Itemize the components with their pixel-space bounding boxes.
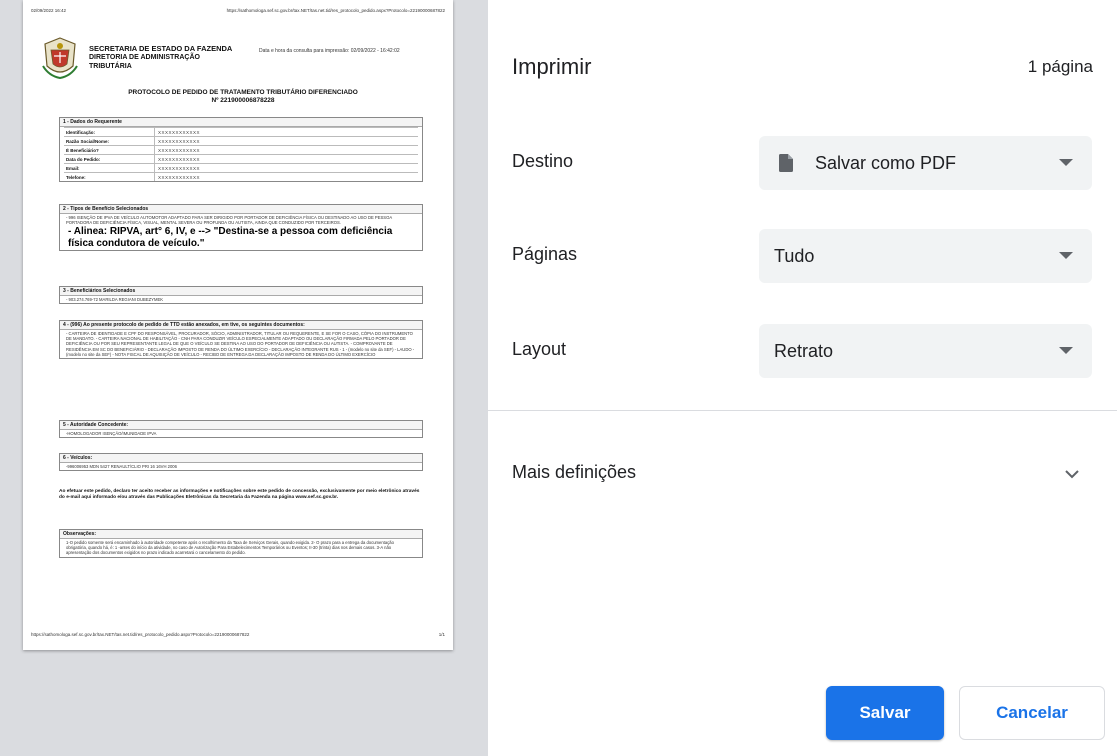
field-label: Telefone: (64, 173, 155, 181)
save-button[interactable]: Salvar (826, 686, 944, 740)
alinea-text: - Alinea: RIPVA, art° 6, IV, e --> "Dest… (68, 226, 393, 250)
field-label: Razão Social/Nome: (64, 137, 155, 145)
document-title: PROTOCOLO DE PEDIDO DE TRATAMENTO TRIBUT… (63, 89, 423, 105)
document-icon (779, 154, 793, 172)
section-heading: 3 - Beneficiários Selecionados (60, 287, 422, 296)
page-header-datetime: 02/09/2022 16:42 (31, 8, 67, 13)
layout-select[interactable]: Retrato (759, 324, 1092, 378)
destination-value: Salvar como PDF (815, 152, 957, 173)
section-heading: 2 - Tipos de Benefício Selecionados (60, 205, 422, 214)
field-label: Email: (64, 164, 155, 172)
page-header: 02/09/2022 16:42 https://sathomologa.sef… (31, 8, 445, 13)
consult-datetime: Data e hora da consulta para impressão: … (259, 48, 400, 54)
page-footer-number: 1/1 (438, 632, 445, 637)
org-line-2: DIRETORIA DE ADMINISTRAÇÃO TRIBUTÁRIA (89, 54, 200, 70)
section-text: - CARTEIRA DE IDENTIDADE E CPF DO RESPON… (66, 331, 415, 357)
field-label: É Beneficiário? (64, 146, 155, 154)
page-footer-url: https://sathomologa.sef.sc.gov.br/tax.NE… (31, 632, 250, 637)
print-preview-pane[interactable]: 02/09/2022 16:42 https://sathomologa.sef… (0, 0, 488, 756)
chevron-down-icon[interactable] (1060, 465, 1084, 483)
crest-icon (39, 36, 81, 80)
section-text: -HOMOLOGADOR ISENÇÃO/IMUNIDADE IPVA (66, 431, 157, 436)
section-text: - 903.274.769-72 MARILDA REGIANI DUBEZYM… (66, 297, 164, 302)
field-label: Data do Pedido: (64, 155, 155, 163)
field-label: Identificação: (64, 128, 155, 136)
preview-page: 02/09/2022 16:42 https://sathomologa.sef… (23, 0, 453, 650)
field-value: XXXXXXXXXXXX (158, 165, 201, 171)
declaration-text: Ao efetuar este pedido, declaro ter acei… (59, 489, 420, 500)
section-vehicles: 6 - Veículos: -996006953 MDN 5427 RENAUL… (59, 453, 423, 472)
section-heading: 4 - (996) Ao presente protocolo de pedid… (60, 321, 422, 330)
page-count: 1 página (1027, 57, 1093, 76)
page-header-url: https://sathomologa.sef.sc.gov.br/tax.NE… (226, 8, 445, 13)
chevron-down-icon (1059, 252, 1073, 259)
section-heading: 6 - Veículos: (60, 454, 422, 463)
section-text: - 996 ISENÇÃO DE IPVA DE VEÍCULO AUTOMOT… (66, 215, 392, 226)
pages-label: Páginas (512, 244, 578, 264)
destination-select[interactable]: Salvar como PDF (759, 136, 1092, 190)
field-value: XXXXXXXXXXXX (158, 174, 201, 180)
layout-label: Layout (512, 339, 567, 359)
field-row: Data do Pedido: XXXXXXXXXXXX (64, 154, 418, 163)
section-text: 1-O pedido somente será encaminhado à au… (66, 540, 394, 556)
more-settings-toggle[interactable]: Mais definições (512, 462, 636, 483)
document-title-text: PROTOCOLO DE PEDIDO DE TRATAMENTO TRIBUT… (128, 89, 358, 96)
field-value: XXXXXXXXXXXX (158, 156, 201, 162)
section-benefit-types: 2 - Tipos de Benefício Selecionados - 99… (59, 204, 423, 252)
org-line-1: SECRETARIA DE ESTADO DA FAZENDA (89, 44, 233, 53)
section-text: -996006953 MDN 5427 RENAULT/CLIO PRI 16 … (66, 464, 177, 469)
field-value: XXXXXXXXXXXX (158, 138, 201, 144)
field-row: Identificação: XXXXXXXXXXXX (64, 127, 418, 136)
field-value: XXXXXXXXXXXX (158, 129, 201, 135)
section-heading: Observações: (60, 530, 422, 539)
field-value: XXXXXXXXXXXX (158, 147, 201, 153)
organization-name: SECRETARIA DE ESTADO DA FAZENDA DIRETORI… (89, 44, 239, 71)
chevron-down-icon (1059, 347, 1073, 354)
section-requester: 1 - Dados do Requerente Identificação: XX… (59, 117, 423, 182)
field-row: Email: XXXXXXXXXXXX (64, 163, 418, 172)
layout-value: Retrato (774, 340, 834, 361)
cancel-button[interactable]: Cancelar (959, 686, 1105, 740)
pages-value: Tudo (774, 245, 815, 266)
print-settings-panel: Imprimir 1 página Destino Salvar como PD… (488, 0, 1117, 756)
page-footer: https://sathomologa.sef.sc.gov.br/tax.NE… (31, 632, 445, 637)
print-title: Imprimir (512, 54, 592, 79)
document-number: Nº 221900006878228 (211, 97, 275, 104)
chevron-down-icon (1059, 159, 1073, 166)
section-heading: 1 - Dados do Requerente (60, 118, 422, 127)
section-observations: Observações: 1-O pedido somente será enc… (59, 529, 423, 558)
field-row: Razão Social/Nome: XXXXXXXXXXXX (64, 136, 418, 145)
section-documents: 4 - (996) Ao presente protocolo de pedid… (59, 320, 423, 360)
section-authority: 5 - Autoridade Concedente: -HOMOLOGADOR … (59, 420, 423, 439)
section-heading: 5 - Autoridade Concedente: (60, 421, 422, 430)
field-row: Telefone: XXXXXXXXXXXX (64, 172, 418, 181)
destination-label: Destino (512, 151, 574, 171)
section-beneficiaries: 3 - Beneficiários Selecionados - 903.274… (59, 286, 423, 305)
divider (488, 410, 1117, 411)
pages-select[interactable]: Tudo (759, 229, 1092, 283)
field-row: É Beneficiário? XXXXXXXXXXXX (64, 145, 418, 154)
